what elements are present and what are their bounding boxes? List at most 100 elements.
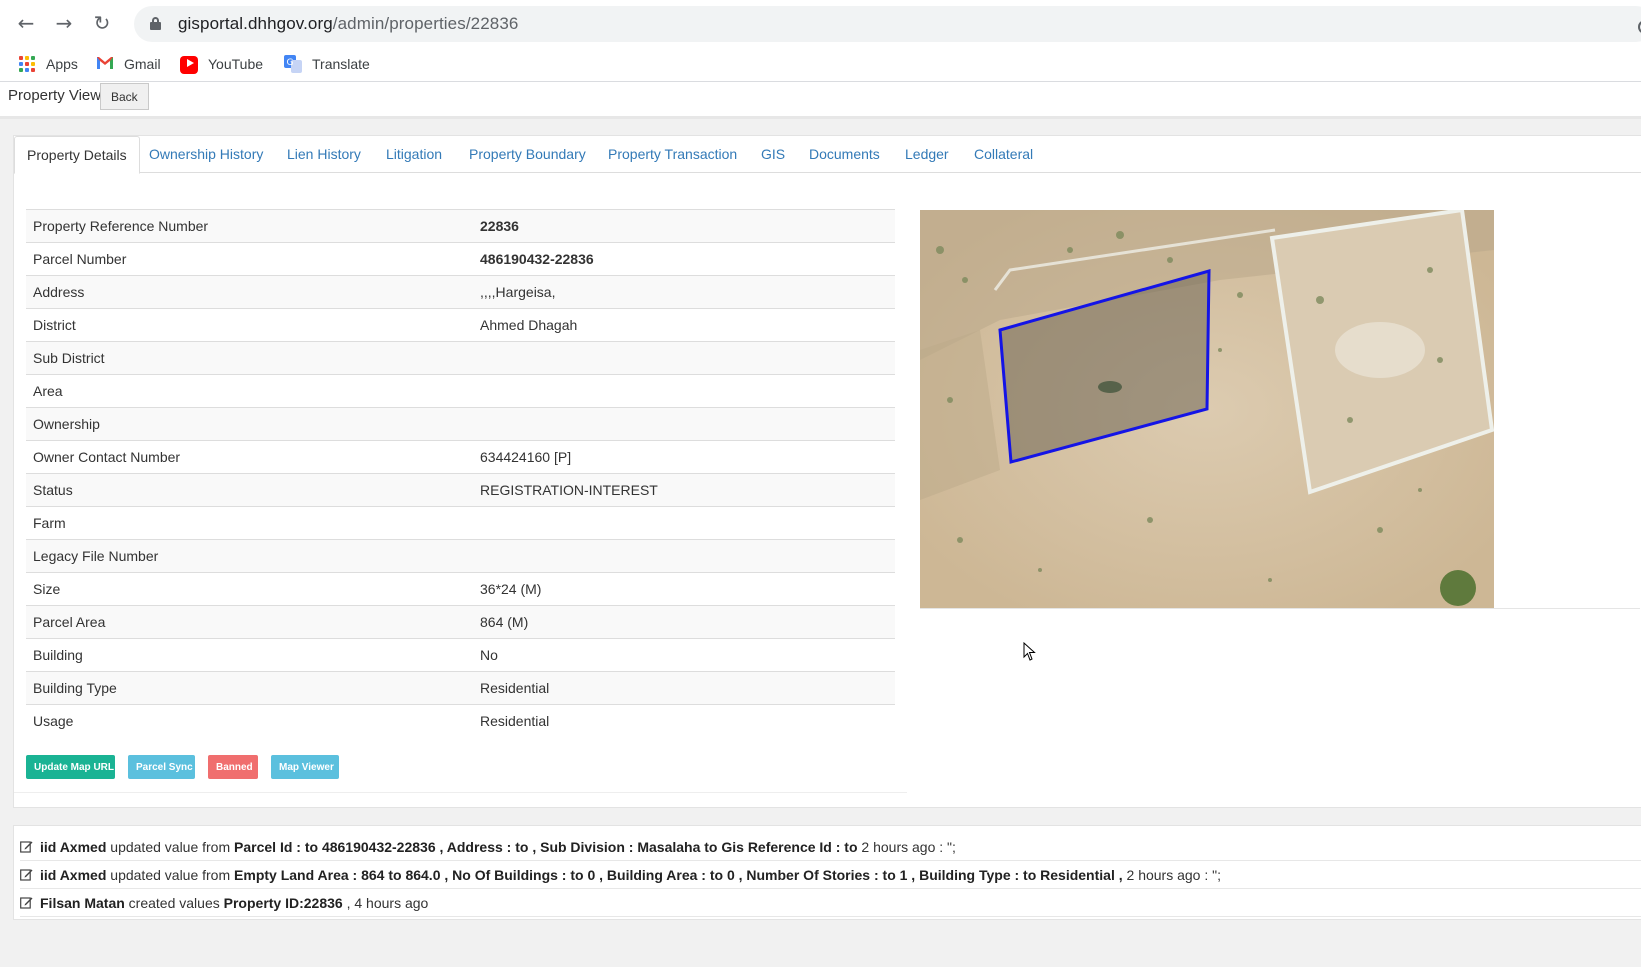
log-user: iid Axmed — [40, 839, 107, 855]
field-value: 36*24 (M) — [480, 581, 542, 597]
log-time: 2 hours ago : "; — [857, 839, 956, 855]
field-label: Farm — [33, 515, 66, 531]
log-changes: Property ID:22836 — [223, 895, 343, 911]
field-value — [473, 408, 895, 441]
field-label: Legacy File Number — [33, 548, 159, 564]
field-label: Usage — [33, 713, 74, 730]
field-value: 634424160 [P] — [480, 449, 572, 465]
edit-icon — [20, 834, 33, 853]
field-label: Ownership — [33, 416, 100, 432]
field-label: Status — [33, 482, 73, 498]
tab-collateral[interactable]: Collateral — [962, 136, 1045, 173]
tab-ownership-history[interactable]: Ownership History — [137, 136, 275, 173]
banned-button[interactable]: Banned — [208, 755, 258, 779]
bookmark-label: Translate — [312, 56, 370, 72]
property-details-table: Property Reference Number 22836 Parcel Nu… — [26, 209, 895, 738]
reload-icon[interactable]: ↻ — [91, 12, 113, 34]
field-value — [473, 540, 895, 573]
gmail-icon — [96, 56, 114, 74]
edit-icon — [20, 890, 33, 909]
table-row: Farm — [26, 506, 895, 540]
bookmark-label: Apps — [46, 56, 78, 72]
mouse-cursor-icon — [1023, 641, 1037, 662]
tab-lien-history[interactable]: Lien History — [275, 136, 373, 173]
bookmark-label: YouTube — [208, 56, 264, 72]
list-item: Filsan Matan created values Property ID:… — [20, 889, 1641, 917]
log-verb: updated value from — [106, 839, 235, 855]
bookmark-gmail[interactable]: Gmail — [96, 54, 161, 74]
url-host: gisportal.dhhgov.org — [178, 14, 333, 33]
divider — [920, 608, 1640, 609]
address-bar[interactable]: gisportal.dhhgov.org/admin/properties/22… — [134, 6, 1641, 42]
satellite-image — [920, 210, 1494, 608]
field-label: Building — [33, 647, 83, 663]
parcel-map[interactable] — [920, 210, 1494, 608]
table-row: Property Reference Number 22836 — [26, 209, 895, 243]
back-arrow-icon[interactable]: ← — [15, 12, 37, 34]
field-value: Residential — [480, 680, 550, 696]
forward-arrow-icon[interactable]: → — [53, 12, 75, 34]
field-value: ,,,,Hargeisa, — [480, 284, 556, 300]
table-row: Area — [26, 374, 895, 408]
table-row: Sub District — [26, 341, 895, 375]
log-changes: Parcel Id : to 486190432-22836 , Address… — [234, 839, 858, 855]
tab-property-transaction[interactable]: Property Transaction — [596, 136, 749, 173]
property-panel: Property Details Ownership History Lien … — [13, 135, 1641, 808]
tab-ledger[interactable]: Ledger — [893, 136, 961, 173]
browser-toolbar: ← → ↻ gisportal.dhhgov.org/admin/propert… — [0, 0, 1641, 46]
edit-icon — [20, 862, 33, 881]
table-row: Usage Residential — [26, 704, 895, 738]
tab-documents[interactable]: Documents — [797, 136, 892, 173]
field-label: Size — [33, 581, 61, 597]
apps-grid-icon — [18, 55, 36, 73]
field-label: Building Type — [33, 680, 117, 696]
table-row: Address ,,,,Hargeisa, — [26, 275, 895, 309]
tab-gis[interactable]: GIS — [749, 136, 797, 173]
svg-text:G: G — [287, 58, 294, 68]
field-label: Owner Contact Number — [33, 449, 181, 465]
log-time: , 4 hours ago — [342, 895, 429, 911]
divider — [14, 792, 907, 793]
tab-property-details[interactable]: Property Details — [14, 136, 140, 174]
field-label: Sub District — [33, 350, 105, 366]
tab-bar: Property Details Ownership History Lien … — [14, 136, 1641, 174]
field-value: 864 (M) — [480, 614, 529, 630]
page-header: Property View Back — [0, 83, 1641, 119]
field-value: 22836 — [480, 218, 519, 234]
field-value: 486190432-22836 — [480, 251, 594, 267]
log-verb: created values — [124, 895, 224, 911]
table-row: Building Type Residential — [26, 671, 895, 705]
page-title: Property View — [8, 87, 102, 104]
field-label: Address — [33, 284, 85, 300]
field-value: Ahmed Dhagah — [480, 317, 578, 333]
back-button[interactable]: Back — [100, 83, 149, 110]
log-changes: Empty Land Area : 864 to 864.0 , No Of B… — [234, 867, 1123, 883]
field-label: Area — [33, 383, 63, 399]
field-value: Residential — [480, 713, 550, 730]
table-row: District Ahmed Dhagah — [26, 308, 895, 342]
table-row: Owner Contact Number 634424160 [P] — [26, 440, 895, 474]
field-value — [473, 507, 895, 540]
table-row: Legacy File Number — [26, 539, 895, 573]
log-verb: updated value from — [106, 867, 235, 883]
bookmark-translate[interactable]: G Translate — [284, 54, 370, 74]
log-time: 2 hours ago : "; — [1122, 867, 1222, 883]
bookmark-youtube[interactable]: YouTube — [180, 54, 263, 74]
field-value — [473, 375, 895, 408]
url-path: /admin/properties/22836 — [332, 14, 519, 33]
parcel-sync-button[interactable]: Parcel Sync — [128, 755, 195, 779]
map-viewer-button[interactable]: Map Viewer — [271, 755, 339, 779]
field-label: District — [33, 317, 76, 333]
bookmark-apps[interactable]: Apps — [18, 54, 78, 74]
translate-icon: G — [284, 55, 302, 73]
update-map-url-button[interactable]: Update Map URL — [26, 755, 115, 779]
log-user: Filsan Matan — [40, 895, 125, 911]
url-text[interactable]: gisportal.dhhgov.org/admin/properties/22… — [178, 14, 518, 34]
tab-litigation[interactable]: Litigation — [374, 136, 454, 173]
tab-property-boundary[interactable]: Property Boundary — [457, 136, 598, 173]
lock-icon[interactable] — [150, 17, 161, 30]
bookmarks-bar: Apps Gmail YouTube G Translate — [0, 46, 1641, 82]
field-label: Parcel Number — [33, 251, 127, 267]
field-value: REGISTRATION-INTEREST — [480, 482, 658, 498]
list-item: iid Axmed updated value from Parcel Id :… — [20, 833, 1641, 861]
